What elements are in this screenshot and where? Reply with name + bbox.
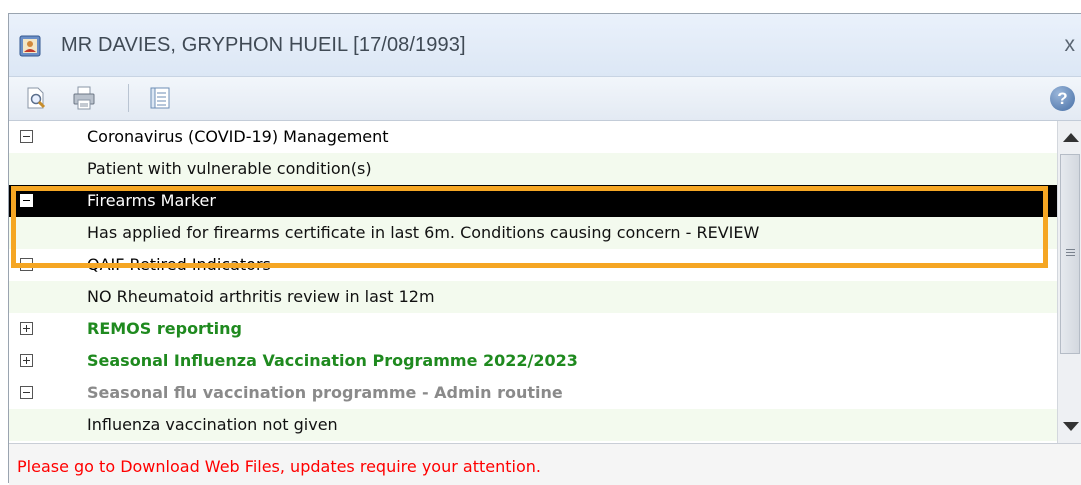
list-group-row[interactable]: Seasonal flu vaccination programme - Adm…	[9, 377, 1057, 409]
scrollbar-thumb[interactable]	[1060, 154, 1080, 354]
collapse-icon[interactable]	[20, 258, 33, 271]
list-group-row[interactable]: REMOS reporting	[9, 313, 1057, 345]
help-icon[interactable]: ?	[1050, 86, 1075, 111]
collapse-icon[interactable]	[20, 194, 33, 207]
toolbar: ?	[9, 77, 1081, 121]
status-bar: Please go to Download Web Files, updates…	[9, 443, 1081, 485]
list-group-row[interactable]: Seasonal Influenza Vaccination Programme…	[9, 345, 1057, 377]
group-label: REMOS reporting	[87, 319, 242, 338]
printer-icon[interactable]	[71, 85, 97, 111]
list-group-row[interactable]: Coronavirus (COVID-19) Management	[9, 121, 1057, 153]
list-group-row[interactable]: QAIF Retired Indicators	[9, 249, 1057, 281]
detail-label: NO Rheumatoid arthritis review in last 1…	[87, 287, 435, 306]
scroll-up-arrow-icon[interactable]	[1063, 133, 1079, 142]
alerts-list: Coronavirus (COVID-19) Management Patien…	[9, 121, 1057, 443]
collapse-icon[interactable]	[20, 386, 33, 399]
status-message[interactable]: Please go to Download Web Files, updates…	[17, 457, 541, 476]
expand-icon[interactable]	[20, 354, 33, 367]
list-detail-row[interactable]: Influenza vaccination not given	[9, 409, 1057, 441]
grip-line	[1066, 252, 1075, 253]
group-label: Seasonal flu vaccination programme - Adm…	[87, 383, 563, 402]
window-title: MR DAVIES, GRYPHON HUEIL [17/08/1993]	[61, 34, 466, 56]
list-detail-row[interactable]: NO Rheumatoid arthritis review in last 1…	[9, 281, 1057, 313]
detail-label: Influenza vaccination not given	[87, 415, 338, 434]
vertical-scrollbar[interactable]	[1057, 121, 1081, 443]
scroll-down-arrow-icon[interactable]	[1063, 422, 1079, 431]
collapse-icon[interactable]	[20, 130, 33, 143]
patient-card-icon	[19, 35, 41, 57]
title-bar: MR DAVIES, GRYPHON HUEIL [17/08/1993] x	[9, 14, 1081, 77]
expand-icon[interactable]	[20, 322, 33, 335]
close-icon[interactable]: x	[1065, 33, 1076, 57]
list-detail-row[interactable]: Patient with vulnerable condition(s)	[9, 153, 1057, 185]
group-label: QAIF Retired Indicators	[87, 255, 271, 274]
patient-alerts-window: MR DAVIES, GRYPHON HUEIL [17/08/1993] x …	[8, 13, 1081, 485]
group-label: Seasonal Influenza Vaccination Programme…	[87, 351, 578, 370]
grip-line	[1066, 249, 1075, 250]
list-group-row-selected[interactable]: Firearms Marker	[9, 185, 1057, 217]
list-detail-row[interactable]: Has applied for firearms certificate in …	[9, 217, 1057, 249]
detail-label: Has applied for firearms certificate in …	[87, 223, 760, 242]
list-view-icon[interactable]	[147, 85, 173, 111]
grip-line	[1066, 255, 1075, 256]
group-label: Coronavirus (COVID-19) Management	[87, 127, 389, 146]
toolbar-separator	[128, 84, 129, 112]
detail-label: Patient with vulnerable condition(s)	[87, 159, 372, 178]
print-preview-icon[interactable]	[23, 85, 49, 111]
group-label: Firearms Marker	[87, 191, 216, 210]
